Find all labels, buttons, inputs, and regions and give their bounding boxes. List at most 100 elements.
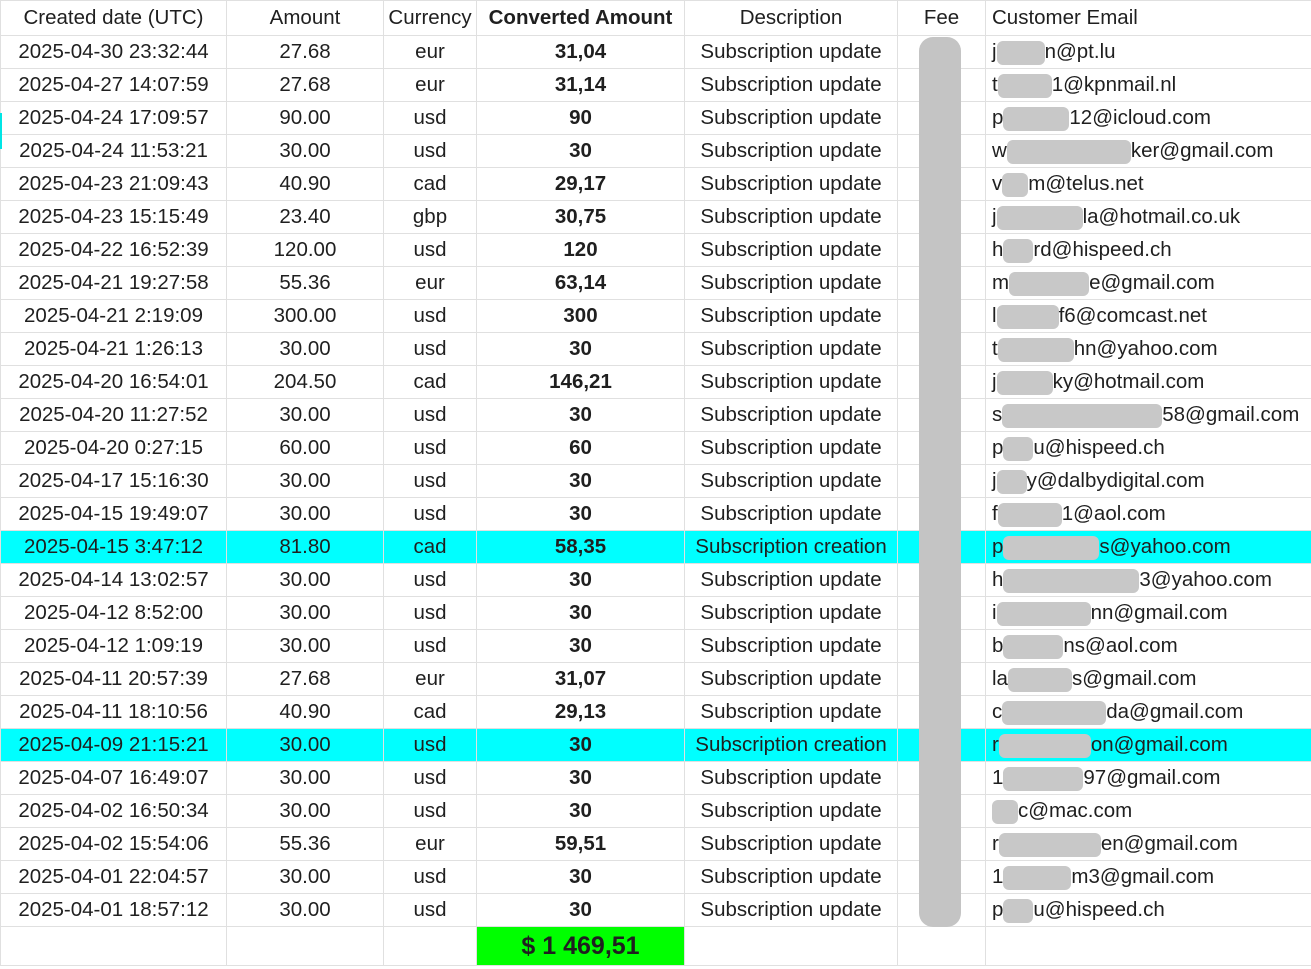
cell-amount[interactable]: 40.90	[226, 695, 384, 729]
cell-amount[interactable]: 204.50	[226, 365, 384, 399]
cell-converted-amount[interactable]: 146,21	[476, 365, 685, 399]
cell-converted-amount[interactable]: 30	[476, 497, 685, 531]
cell-converted-amount[interactable]: 59,51	[476, 827, 685, 861]
cell-created-date[interactable]: 2025-04-09 21:15:21	[0, 728, 227, 762]
cell-amount[interactable]: 27.68	[226, 662, 384, 696]
cell-converted-amount[interactable]: 31,14	[476, 68, 685, 102]
cell-description[interactable]: Subscription update	[684, 464, 898, 498]
cell-currency[interactable]: usd	[383, 596, 477, 630]
cell-customer-email[interactable]: p u@hispeed.ch	[985, 431, 1311, 465]
cell-amount[interactable]: 23.40	[226, 200, 384, 234]
cell-created-date[interactable]: 2025-04-23 21:09:43	[0, 167, 227, 201]
table-row[interactable]: 2025-04-21 19:27:58 55.36 eur 63,14 Subscrip…	[0, 266, 1311, 300]
cell-description[interactable]: Subscription update	[684, 893, 898, 927]
cell-created-date[interactable]: 2025-04-22 16:52:39	[0, 233, 227, 267]
cell-created-date[interactable]: 2025-04-20 11:27:52	[0, 398, 227, 432]
cell-customer-email[interactable]: v m@telus.net	[985, 167, 1311, 201]
cell-amount[interactable]: 55.36	[226, 266, 384, 300]
cell-converted-amount[interactable]: 30	[476, 563, 685, 597]
cell-currency[interactable]: usd	[383, 728, 477, 762]
cell-amount[interactable]: 30.00	[226, 893, 384, 927]
cell-customer-email[interactable]: la s@gmail.com	[985, 662, 1311, 696]
cell-created-date[interactable]: 2025-04-02 15:54:06	[0, 827, 227, 861]
cell-description[interactable]: Subscription update	[684, 662, 898, 696]
cell-amount[interactable]: 120.00	[226, 233, 384, 267]
cell-amount[interactable]: 30.00	[226, 761, 384, 795]
cell-converted-amount[interactable]: 30	[476, 728, 685, 762]
cell-amount[interactable]: 30.00	[226, 497, 384, 531]
cell-customer-email[interactable]: h 3@yahoo.com	[985, 563, 1311, 597]
cell-description[interactable]: Subscription update	[684, 563, 898, 597]
cell-created-date[interactable]: 2025-04-24 17:09:57	[0, 101, 227, 135]
cell-created-date[interactable]: 2025-04-20 16:54:01	[0, 365, 227, 399]
cell-amount[interactable]: 30.00	[226, 794, 384, 828]
cell-description[interactable]: Subscription update	[684, 266, 898, 300]
cell-customer-email[interactable]: p u@hispeed.ch	[985, 893, 1311, 927]
cell-converted-amount[interactable]: 30	[476, 398, 685, 432]
cell-description[interactable]: Subscription update	[684, 497, 898, 531]
cell-created-date[interactable]: 2025-04-23 15:15:49	[0, 200, 227, 234]
cell-amount[interactable]: 30.00	[226, 728, 384, 762]
cell-currency[interactable]: usd	[383, 464, 477, 498]
header-fee[interactable]: Fee	[897, 0, 986, 36]
cell-currency[interactable]: usd	[383, 101, 477, 135]
table-row[interactable]: 2025-04-01 18:57:12 30.00 usd 30 Subscriptio…	[0, 893, 1311, 927]
table-row[interactable]: 2025-04-11 18:10:56 40.90 cad 29,13 Subscrip…	[0, 695, 1311, 729]
cell-description[interactable]: Subscription update	[684, 233, 898, 267]
cell-converted-amount[interactable]: 31,04	[476, 35, 685, 69]
cell-customer-email[interactable]: r on@gmail.com	[985, 728, 1311, 762]
cell-description[interactable]: Subscription update	[684, 167, 898, 201]
table-row[interactable]: 2025-04-30 23:32:44 27.68 eur 31,04 Subscrip…	[0, 35, 1311, 69]
cell-converted-amount[interactable]: 30	[476, 332, 685, 366]
cell-currency[interactable]: cad	[383, 530, 477, 564]
cell-converted-amount[interactable]: 29,17	[476, 167, 685, 201]
cell-amount[interactable]: 40.90	[226, 167, 384, 201]
table-row[interactable]: 2025-04-21 2:19:09 300.00 usd 300 Subscripti…	[0, 299, 1311, 333]
cell-customer-email[interactable]: 1 m3@gmail.com	[985, 860, 1311, 894]
table-row[interactable]: 2025-04-24 11:53:21 30.00 usd 30 Subscriptio…	[0, 134, 1311, 168]
cell-amount[interactable]: 60.00	[226, 431, 384, 465]
cell-created-date[interactable]: 2025-04-15 3:47:12	[0, 530, 227, 564]
cell-customer-email[interactable]: r en@gmail.com	[985, 827, 1311, 861]
table-row[interactable]: 2025-04-22 16:52:39 120.00 usd 120 Subscript…	[0, 233, 1311, 267]
cell-amount[interactable]: 30.00	[226, 563, 384, 597]
table-row[interactable]: 2025-04-15 19:49:07 30.00 usd 30 Subscriptio…	[0, 497, 1311, 531]
total-empty-cell[interactable]	[684, 926, 898, 966]
cell-currency[interactable]: cad	[383, 695, 477, 729]
cell-description[interactable]: Subscription update	[684, 695, 898, 729]
cell-customer-email[interactable]: i nn@gmail.com	[985, 596, 1311, 630]
header-converted-amount[interactable]: Converted Amount	[476, 0, 685, 36]
table-row[interactable]: 2025-04-11 20:57:39 27.68 eur 31,07 Subscrip…	[0, 662, 1311, 696]
cell-converted-amount[interactable]: 31,07	[476, 662, 685, 696]
cell-description[interactable]: Subscription update	[684, 68, 898, 102]
cell-currency[interactable]: usd	[383, 431, 477, 465]
cell-amount[interactable]: 30.00	[226, 860, 384, 894]
cell-description[interactable]: Subscription update	[684, 134, 898, 168]
cell-currency[interactable]: usd	[383, 860, 477, 894]
cell-customer-email[interactable]: p s@yahoo.com	[985, 530, 1311, 564]
table-row[interactable]: 2025-04-20 0:27:15 60.00 usd 60 Subscription…	[0, 431, 1311, 465]
cell-customer-email[interactable]: l f6@comcast.net	[985, 299, 1311, 333]
cell-created-date[interactable]: 2025-04-12 1:09:19	[0, 629, 227, 663]
cell-currency[interactable]: usd	[383, 332, 477, 366]
cell-converted-amount[interactable]: 30	[476, 860, 685, 894]
table-row[interactable]: 2025-04-20 16:54:01 204.50 cad 146,21 Subscr…	[0, 365, 1311, 399]
table-row[interactable]: 2025-04-27 14:07:59 27.68 eur 31,14 Subscrip…	[0, 68, 1311, 102]
cell-created-date[interactable]: 2025-04-14 13:02:57	[0, 563, 227, 597]
table-row[interactable]: 2025-04-02 15:54:06 55.36 eur 59,51 Subscrip…	[0, 827, 1311, 861]
cell-currency[interactable]: usd	[383, 134, 477, 168]
cell-description[interactable]: Subscription update	[684, 596, 898, 630]
cell-created-date[interactable]: 2025-04-11 18:10:56	[0, 695, 227, 729]
header-currency[interactable]: Currency	[383, 0, 477, 36]
cell-amount[interactable]: 27.68	[226, 35, 384, 69]
cell-customer-email[interactable]: c da@gmail.com	[985, 695, 1311, 729]
cell-customer-email[interactable]: w ker@gmail.com	[985, 134, 1311, 168]
cell-converted-amount[interactable]: 30	[476, 794, 685, 828]
cell-converted-amount[interactable]: 29,13	[476, 695, 685, 729]
cell-converted-amount[interactable]: 30	[476, 134, 685, 168]
table-row[interactable]: 2025-04-24 17:09:57 90.00 usd 90 Subscriptio…	[0, 101, 1311, 135]
cell-currency[interactable]: gbp	[383, 200, 477, 234]
cell-converted-amount[interactable]: 58,35	[476, 530, 685, 564]
cell-created-date[interactable]: 2025-04-17 15:16:30	[0, 464, 227, 498]
cell-converted-amount[interactable]: 120	[476, 233, 685, 267]
